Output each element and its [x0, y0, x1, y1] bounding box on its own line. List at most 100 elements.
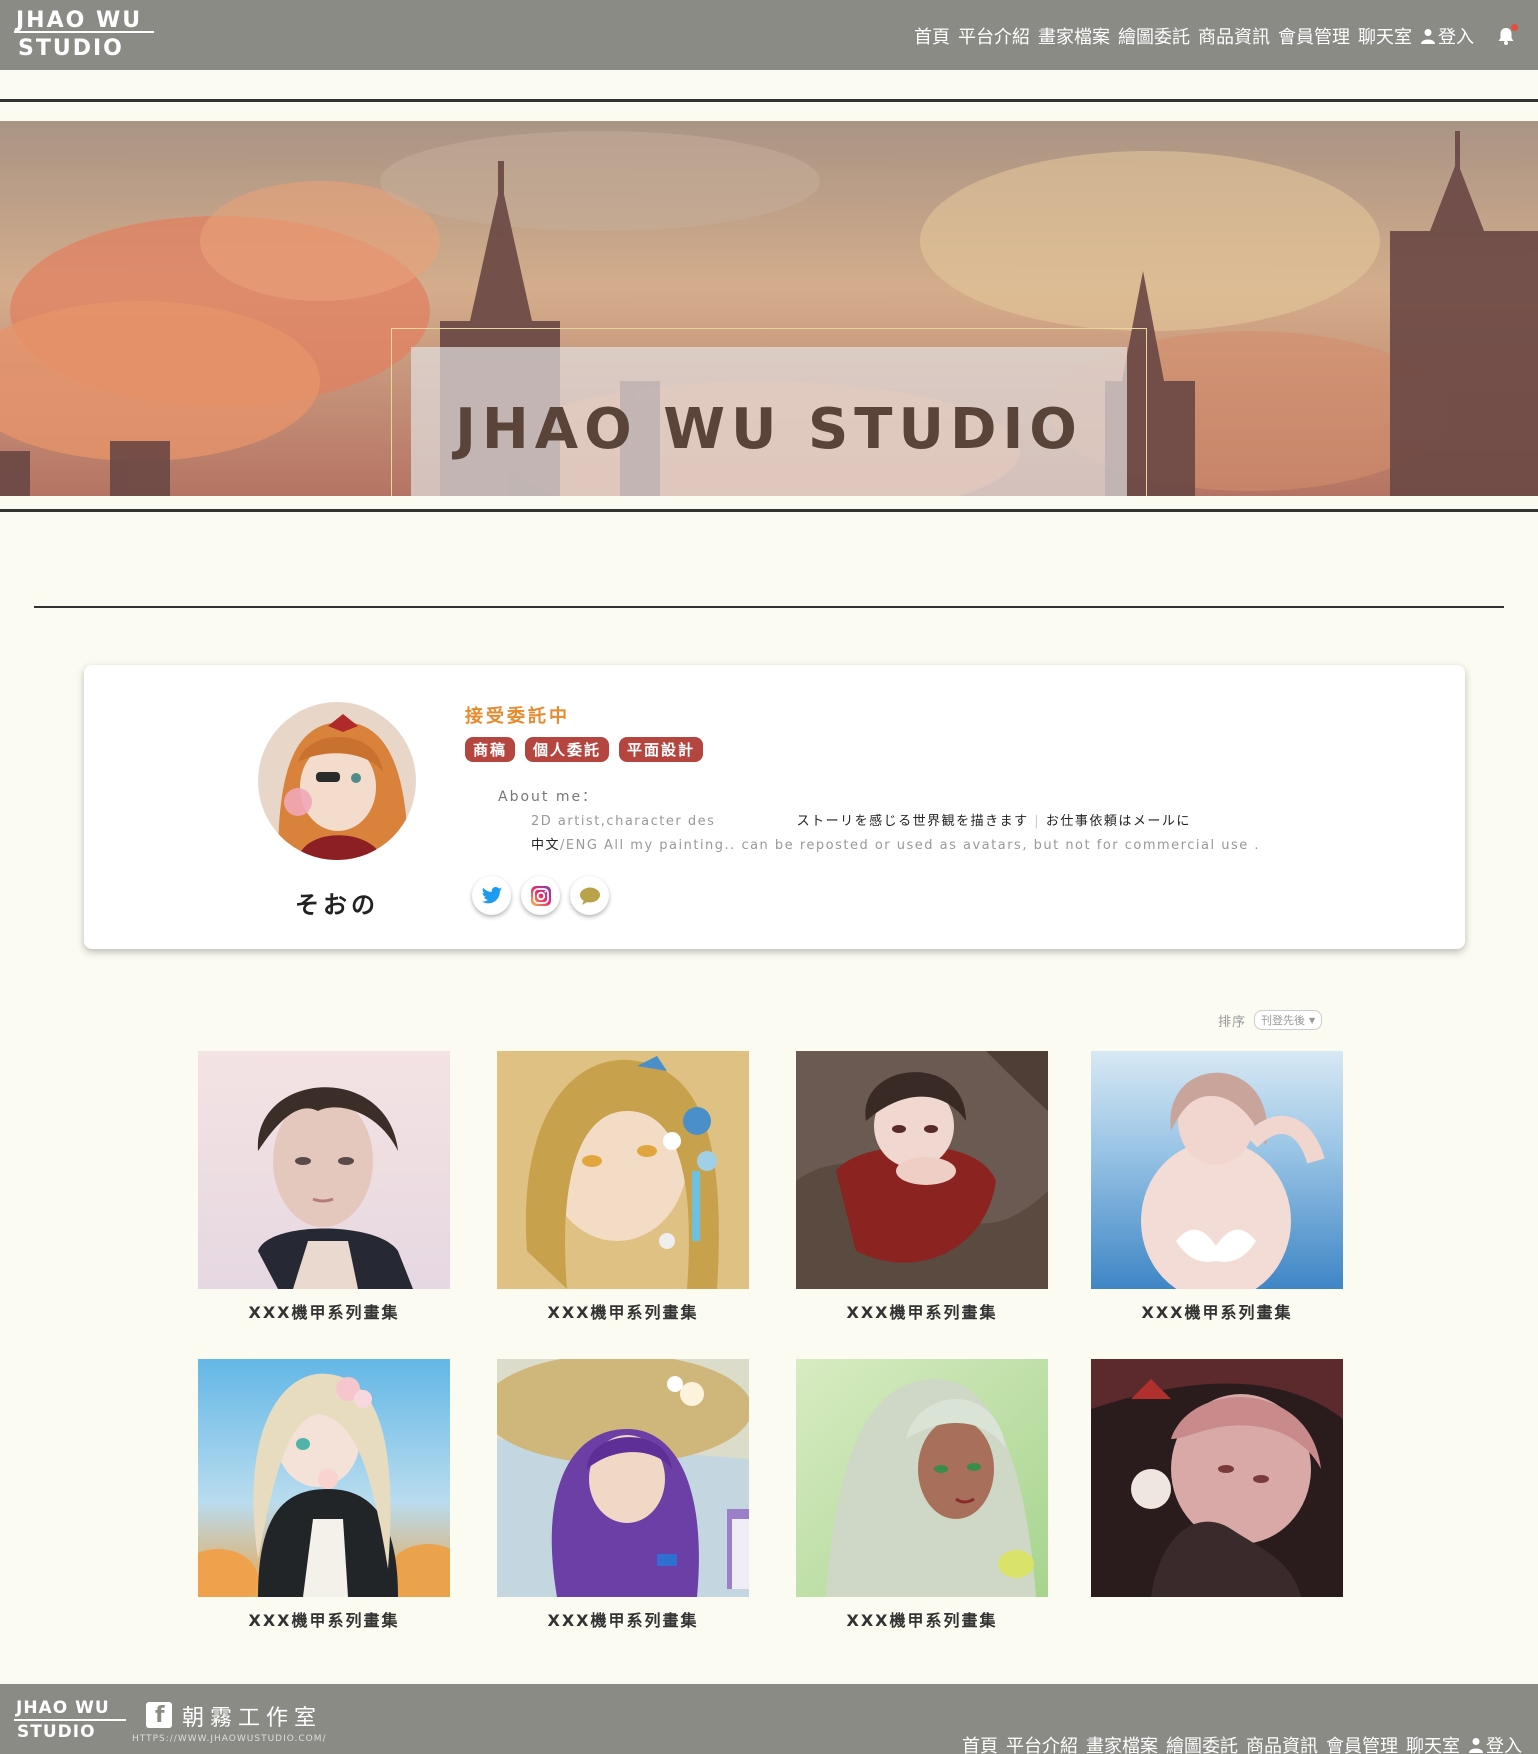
tag-commercial[interactable]: 商稿 [465, 737, 516, 762]
artwork-thumbnail[interactable] [1091, 1051, 1343, 1289]
notification-bell[interactable] [1496, 24, 1518, 46]
about-line1-intro: 2D artist,character des [531, 814, 716, 829]
commission-status: 接受委託中 [465, 706, 570, 727]
social-links [472, 876, 609, 915]
artwork-illustration [497, 1051, 749, 1289]
artwork-illustration [198, 1051, 450, 1289]
user-icon [1469, 1738, 1483, 1753]
artwork-caption: XXX機甲系列畫集 [547, 1611, 699, 1630]
hero-title: JHAO WU STUDIO [455, 396, 1083, 462]
footer-nav-products[interactable]: 商品資訊 [1246, 1732, 1318, 1754]
nav-members[interactable]: 會員管理 [1278, 23, 1350, 49]
artwork-illustration [198, 1359, 450, 1597]
top-navbar: JHAO WU STUDIO 首頁 平台介紹 畫家檔案 繪圖委託 商品資訊 會員… [0, 0, 1538, 70]
chevron-down-icon: ▼ [1309, 1015, 1316, 1025]
artwork-caption: XXX機甲系列畫集 [547, 1303, 699, 1322]
footer-nav-chat[interactable]: 聊天室 [1406, 1732, 1460, 1754]
footer-nav-artists[interactable]: 畫家檔案 [1086, 1732, 1158, 1754]
footer-logo-line2: STUDIO [17, 1722, 96, 1742]
artwork-caption: XXX機甲系列畫集 [1141, 1303, 1293, 1322]
tag-graphic-design[interactable]: 平面設計 [619, 737, 704, 762]
chat-link[interactable] [570, 876, 609, 915]
instagram-link[interactable] [521, 876, 560, 915]
twitter-link[interactable] [472, 876, 511, 915]
about-line1-contact: お仕事依頼はメールに [1045, 814, 1191, 829]
artwork-caption: XXX機甲系列畫集 [846, 1611, 998, 1630]
footer-login-link[interactable]: 登入 [1468, 1732, 1522, 1754]
avatar-illustration [258, 702, 416, 860]
artwork-card[interactable] [1091, 1359, 1343, 1627]
artwork-thumbnail[interactable] [796, 1051, 1048, 1289]
artwork-card[interactable]: XXX機甲系列畫集 [198, 1051, 450, 1322]
footer-logo[interactable]: JHAO WU STUDIO [14, 1700, 126, 1744]
logo-line1: JHAO WU [16, 8, 143, 33]
section-divider [34, 606, 1504, 608]
logo-rule [14, 31, 154, 33]
about-line2-rest: /ENG All my painting.. can be reposted o… [560, 838, 1260, 853]
artwork-card[interactable]: XXX機甲系列畫集 [796, 1051, 1048, 1322]
artwork-thumbnail[interactable] [198, 1051, 450, 1289]
artist-avatar[interactable] [258, 702, 416, 860]
sort-control: 排序 刊登先後 ▼ [1218, 1010, 1323, 1030]
nav-products[interactable]: 商品資訊 [1198, 23, 1270, 49]
artwork-illustration [1091, 1359, 1343, 1597]
hero-title-panel: JHAO WU STUDIO [411, 347, 1127, 496]
artwork-caption [1091, 1607, 1343, 1627]
artwork-card[interactable]: XXX機甲系列畫集 [796, 1359, 1048, 1630]
artwork-thumbnail[interactable] [1091, 1359, 1343, 1597]
artwork-caption: XXX機甲系列畫集 [248, 1303, 400, 1322]
artwork-thumbnail[interactable] [796, 1359, 1048, 1597]
main-nav: 首頁 平台介紹 畫家檔案 繪圖委託 商品資訊 會員管理 聊天室 登入 [914, 22, 1518, 50]
logo-line2: STUDIO [18, 36, 124, 61]
tag-personal[interactable]: 個人委託 [525, 737, 610, 762]
artwork-illustration [497, 1359, 749, 1597]
notification-dot [1511, 24, 1518, 31]
hero-bottom-rule [0, 509, 1538, 512]
artwork-thumbnail[interactable] [497, 1359, 749, 1597]
about-text-line2: 中文/ENG All my painting.. can be reposted… [531, 834, 1260, 853]
about-label: About me： [498, 789, 599, 805]
nav-home[interactable]: 首頁 [914, 23, 950, 49]
hero-banner: JHAO WU STUDIO [0, 121, 1538, 496]
nav-chat[interactable]: 聊天室 [1358, 23, 1412, 49]
artwork-card[interactable]: XXX機甲系列畫集 [198, 1359, 450, 1630]
artwork-card[interactable]: XXX機甲系列畫集 [497, 1359, 749, 1630]
nav-platform[interactable]: 平台介紹 [958, 23, 1030, 49]
instagram-icon [530, 885, 551, 906]
footer-login-label: 登入 [1486, 1736, 1522, 1754]
sort-select[interactable]: 刊登先後 ▼ [1254, 1010, 1323, 1030]
facebook-icon[interactable]: f [146, 1702, 172, 1728]
artwork-thumbnail[interactable] [497, 1051, 749, 1289]
artwork-caption: XXX機甲系列畫集 [248, 1611, 400, 1630]
artwork-thumbnail[interactable] [198, 1359, 450, 1597]
nav-artists[interactable]: 畫家檔案 [1038, 23, 1110, 49]
sort-label: 排序 [1218, 1014, 1247, 1030]
footer-nav-members[interactable]: 會員管理 [1326, 1732, 1398, 1754]
footer-logo-rule [14, 1719, 126, 1721]
sort-selected-value: 刊登先後 [1261, 1014, 1306, 1027]
artwork-illustration [796, 1051, 1048, 1289]
artwork-illustration [1091, 1051, 1343, 1289]
footer-nav-platform[interactable]: 平台介紹 [1006, 1732, 1078, 1754]
artwork-caption: XXX機甲系列畫集 [846, 1303, 998, 1322]
login-link[interactable]: 登入 [1420, 23, 1474, 49]
footer-url[interactable]: HTTPS://WWW.JHAOWUSTUDIO.COM/ [132, 1734, 327, 1744]
login-label: 登入 [1438, 27, 1474, 48]
service-tags: 商稿 個人委託 平面設計 [465, 737, 704, 762]
footer-studio-name: 朝霧工作室 [182, 1706, 323, 1731]
footer-logo-line1: JHAO WU [16, 1698, 110, 1718]
hero-top-rule [0, 99, 1538, 102]
about-line1-jp: ストーリを感じる世界観を描きます [796, 814, 1029, 829]
about-line2-zh: 中文 [531, 838, 561, 853]
artwork-card[interactable]: XXX機甲系列畫集 [497, 1051, 749, 1322]
artist-name: そおの [295, 891, 379, 919]
artwork-card[interactable]: XXX機甲系列畫集 [1091, 1051, 1343, 1322]
footer-nav-home[interactable]: 首頁 [962, 1732, 998, 1754]
site-logo[interactable]: JHAO WU STUDIO [14, 8, 154, 64]
about-text-line1: 2D artist,character des ストーリを感じる世界観を描きます… [531, 814, 1191, 829]
footer-nav: 首頁 平台介紹 畫家檔案 繪圖委託 商品資訊 會員管理 聊天室 登入 [962, 1734, 1522, 1754]
nav-commission[interactable]: 繪圖委託 [1118, 23, 1190, 49]
chat-icon [579, 887, 600, 905]
artist-profile-card: そおの 接受委託中 商稿 個人委託 平面設計 About me： 2D arti… [84, 665, 1465, 949]
footer-nav-commission[interactable]: 繪圖委託 [1166, 1732, 1238, 1754]
